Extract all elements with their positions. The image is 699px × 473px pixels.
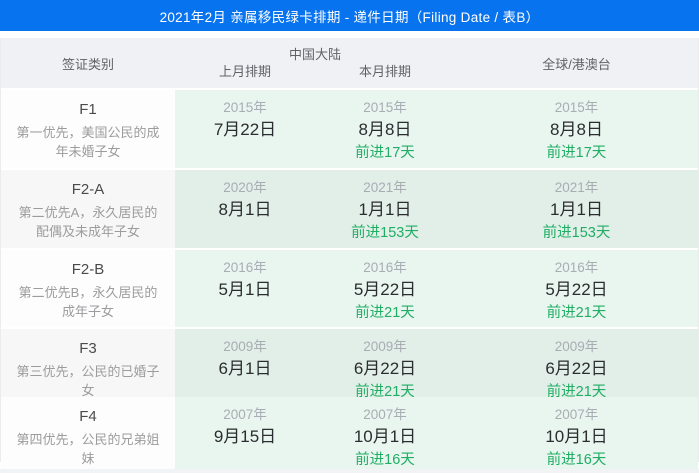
advance-text: 前进21天 [355,305,415,321]
column-header-this-month: 本月排期 [358,64,411,79]
this-month-cell: 2016年 5月22日 前进21天 [315,250,455,327]
last-month-cell: 2007年 9月15日 [175,397,315,471]
last-month-cell: 2009年 6月1日 [175,329,315,403]
date-text: 8月8日 [358,120,412,139]
visa-category-cell: F2-B 第二优先B，永久居民的成年子女 [1,250,175,327]
global-cell: 2007年 10月1日 前进16天 [455,397,698,471]
date-text: 1月1日 [358,200,412,219]
column-header-global: 全球/港澳台 [542,56,611,72]
visa-code: F1 [79,101,97,118]
this-month-cell: 2007年 10月1日 前进16天 [315,397,455,471]
bottom-strip [0,469,699,473]
date-text: 9月15日 [213,427,277,446]
table-row-f4: F4 第四优先，公民的兄弟姐妹 2007年 9月15日 2007年 10月1日 … [1,395,698,471]
year-text: 2021年 [363,180,407,195]
visa-category-cell: F2-A 第二优先A，永久居民的配偶及未成年子女 [1,170,175,248]
this-month-cell: 2009年 6月22日 前进21天 [315,329,455,403]
year-text: 2016年 [554,260,599,275]
year-text: 2009年 [223,339,267,354]
visa-code: F4 [79,408,97,425]
visa-category-cell: F4 第四优先，公民的兄弟姐妹 [1,397,175,471]
global-cell: 2021年 1月1日 前进153天 [455,170,698,248]
date-text: 10月1日 [353,427,417,446]
table-row-f2a: F2-A 第二优先A，永久居民的配偶及未成年子女 2020年 8月1日 2021… [1,168,698,248]
visa-bulletin-page: 2021年2月 亲属移民绿卡排期 - 递件日期（Filing Date / 表B… [0,0,699,473]
last-month-cell: 2015年 7月22日 [175,90,315,168]
year-text: 2009年 [554,339,599,354]
title-bar: 2021年2月 亲属移民绿卡排期 - 递件日期（Filing Date / 表B… [0,0,699,31]
year-text: 2015年 [223,100,267,115]
last-month-cell: 2020年 8月1日 [175,170,315,248]
advance-text: 前进17天 [355,145,415,161]
advance-text: 前进16天 [546,452,607,468]
date-text: 8月8日 [550,120,603,139]
visa-description: 第二优先A，永久居民的配偶及未成年子女 [18,205,158,239]
advance-text: 前进153天 [351,225,419,241]
page-title: 2021年2月 亲属移民绿卡排期 - 递件日期（Filing Date / 表B… [159,9,540,25]
date-text: 5月1日 [218,280,272,299]
table-header-row: 签证类别 中国大陆 上月排期 本月排期 全球/港澳台 [1,38,698,88]
global-cell: 2016年 5月22日 前进21天 [455,250,698,327]
this-month-cell: 2021年 1月1日 前进153天 [315,170,455,248]
column-group-china: 中国大陆 上月排期 本月排期 [175,38,455,88]
year-text: 2015年 [363,100,407,115]
date-text: 1月1日 [550,200,603,219]
visa-code: F2-A [71,181,105,198]
column-header-category: 签证类别 [61,56,114,72]
visa-description: 第二优先B，永久居民的成年子女 [18,285,158,319]
date-text: 5月22日 [545,280,608,299]
year-text: 2020年 [223,180,267,195]
date-text: 6月22日 [353,359,417,378]
header-gap [0,31,699,38]
year-text: 2016年 [223,260,267,275]
column-header-last-month: 上月排期 [218,64,271,79]
year-text: 2009年 [363,339,407,354]
visa-date-table: 签证类别 中国大陆 上月排期 本月排期 全球/港澳台 F1 第一优先，美国公民的… [0,38,699,471]
date-text: 10月1日 [545,427,608,446]
date-text: 6月1日 [218,359,272,378]
advance-text: 前进17天 [546,145,607,161]
column-header-china: 中国大陆 [288,47,341,62]
global-cell: 2009年 6月22日 前进21天 [455,329,698,403]
advance-text: 前进153天 [542,225,611,241]
year-text: 2007年 [363,407,407,422]
visa-category-cell: F3 第三优先，公民的已婚子女 [1,329,175,403]
visa-description: 第一优先，美国公民的成年未婚子女 [16,125,160,159]
visa-description: 第四优先，公民的兄弟姐妹 [16,432,160,466]
year-text: 2007年 [554,407,599,422]
table-row-f2b: F2-B 第二优先B，永久居民的成年子女 2016年 5月1日 2016年 5月… [1,248,698,327]
this-month-cell: 2015年 8月8日 前进17天 [315,90,455,168]
date-text: 5月22日 [353,280,417,299]
visa-description: 第三优先，公民的已婚子女 [16,364,160,398]
date-text: 6月22日 [545,359,608,378]
visa-code: F2-B [71,261,105,278]
date-text: 7月22日 [213,120,277,139]
visa-code: F3 [79,340,97,357]
advance-text: 前进21天 [546,305,607,321]
year-text: 2016年 [363,260,407,275]
year-text: 2015年 [554,100,599,115]
visa-category-cell: F1 第一优先，美国公民的成年未婚子女 [1,90,175,168]
table-row-f1: F1 第一优先，美国公民的成年未婚子女 2015年 7月22日 2015年 8月… [1,88,698,168]
date-text: 8月1日 [218,200,272,219]
global-cell: 2015年 8月8日 前进17天 [455,90,698,168]
advance-text: 前进16天 [355,452,415,468]
table-row-f3: F3 第三优先，公民的已婚子女 2009年 6月1日 2009年 6月22日 前… [1,327,698,403]
year-text: 2021年 [554,180,599,195]
year-text: 2007年 [223,407,267,422]
last-month-cell: 2016年 5月1日 [175,250,315,327]
